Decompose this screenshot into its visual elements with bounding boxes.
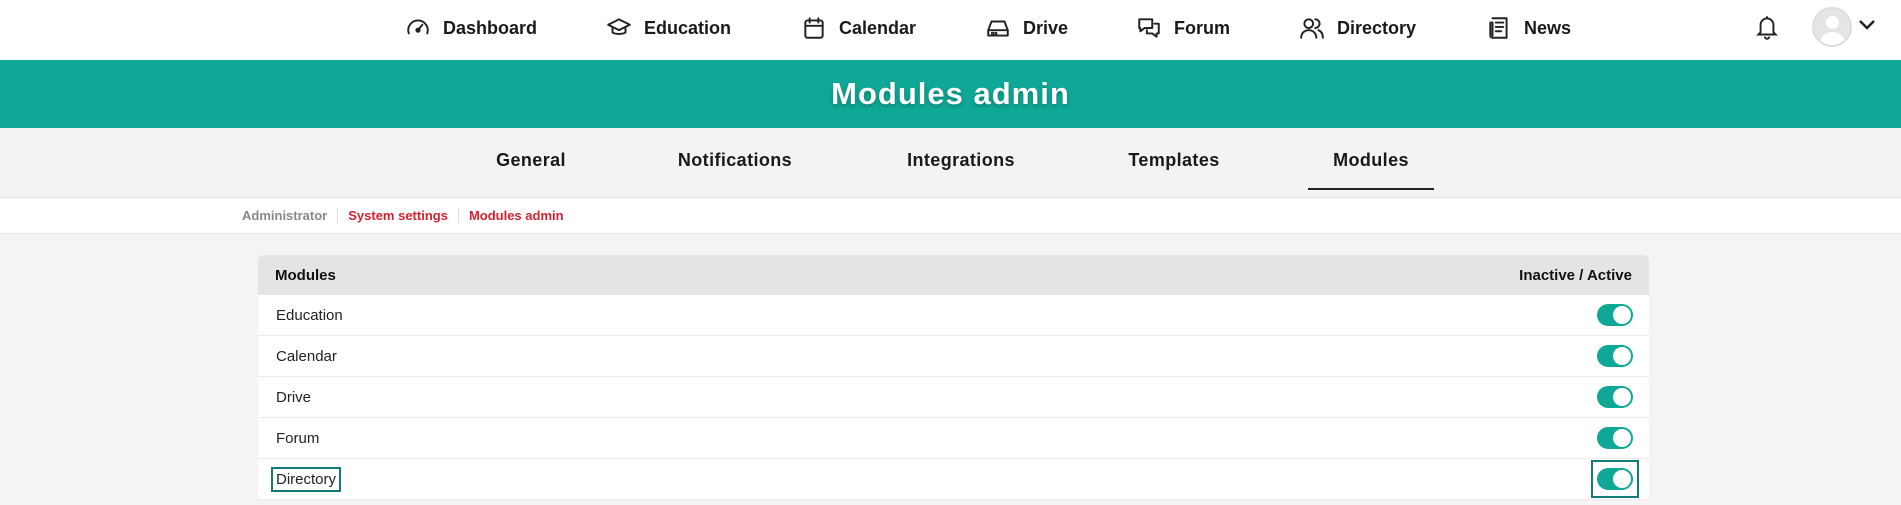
chat-bubbles-icon (1138, 18, 1160, 38)
nav-item-dashboard[interactable]: Dashboard (405, 0, 537, 56)
avatar (1812, 7, 1852, 47)
nav-label: Education (644, 17, 732, 38)
hard-drive-icon (987, 20, 1009, 37)
nav-label: News (1524, 17, 1572, 38)
table-header: Modules Inactive / Active (258, 255, 1649, 295)
nav-item-calendar[interactable]: Calendar (801, 0, 916, 56)
breadcrumb: Administrator System settings Modules ad… (0, 198, 1901, 234)
calendar-icon (804, 17, 824, 39)
user-menu[interactable] (1812, 7, 1876, 47)
toggle-switch (1597, 345, 1633, 367)
toggle-switch (1597, 386, 1633, 408)
tab-modules[interactable]: Modules (1308, 150, 1434, 190)
module-active-toggle[interactable] (1591, 460, 1639, 498)
module-name: Education (276, 306, 343, 324)
module-name: Directory (270, 466, 342, 492)
module-active-toggle[interactable] (1593, 339, 1637, 373)
toggle-switch (1597, 304, 1633, 326)
table-row: Directory (258, 459, 1649, 500)
module-name: Forum (276, 429, 320, 447)
breadcrumb-administrator: Administrator (242, 208, 328, 223)
module-active-toggle[interactable] (1593, 380, 1637, 414)
nav-item-forum[interactable]: Forum (1136, 0, 1230, 56)
page-header-banner: Modules admin (0, 60, 1901, 128)
notifications-bell-icon[interactable] (1754, 12, 1780, 42)
module-name: Calendar (276, 347, 337, 365)
column-header-status: Inactive / Active (1519, 266, 1632, 284)
toggle-knob (1613, 429, 1631, 447)
breadcrumb-system-settings[interactable]: System settings (337, 208, 458, 223)
table-row: Calendar (258, 336, 1649, 377)
nav-label: Drive (1023, 17, 1069, 38)
toggle-knob (1613, 388, 1631, 406)
nav-label: Calendar (839, 17, 917, 38)
modules-table: Modules Inactive / Active Education Calen… (258, 255, 1649, 500)
tab-templates[interactable]: Templates (1118, 150, 1230, 190)
nav-label: Forum (1174, 17, 1230, 38)
module-active-toggle[interactable] (1593, 421, 1637, 455)
users-icon (1300, 18, 1324, 39)
toggle-switch (1597, 427, 1633, 449)
toggle-knob (1613, 470, 1631, 488)
nav-item-news[interactable]: News (1486, 0, 1571, 56)
nav-label: Directory (1337, 17, 1417, 38)
nav-item-drive[interactable]: Drive (985, 0, 1068, 56)
toggle-switch (1597, 468, 1633, 490)
nav-label: Dashboard (443, 17, 538, 38)
module-active-toggle[interactable] (1593, 298, 1637, 332)
newspaper-icon (1489, 17, 1508, 39)
speedometer-icon (407, 19, 429, 35)
nav-item-education[interactable]: Education (606, 0, 731, 56)
nav-item-directory[interactable]: Directory (1299, 0, 1416, 56)
graduation-cap-icon (607, 18, 631, 35)
breadcrumb-modules-admin[interactable]: Modules admin (457, 208, 574, 223)
toggle-knob (1613, 347, 1631, 365)
table-row: Forum (258, 418, 1649, 459)
top-navigation: Dashboard Education Calendar Drive Forum… (0, 0, 1901, 60)
page-title: Modules admin (831, 76, 1070, 111)
chevron-down-icon (1858, 18, 1876, 36)
table-row: Drive (258, 377, 1649, 418)
tab-general[interactable]: General (487, 150, 575, 190)
settings-tabs: General Notifications Integrations Templ… (0, 128, 1901, 198)
tab-integrations[interactable]: Integrations (893, 150, 1029, 190)
column-header-modules: Modules (275, 266, 336, 284)
toggle-knob (1613, 306, 1631, 324)
module-name: Drive (276, 388, 312, 406)
tab-notifications[interactable]: Notifications (668, 150, 802, 190)
table-row: Education (258, 295, 1649, 336)
